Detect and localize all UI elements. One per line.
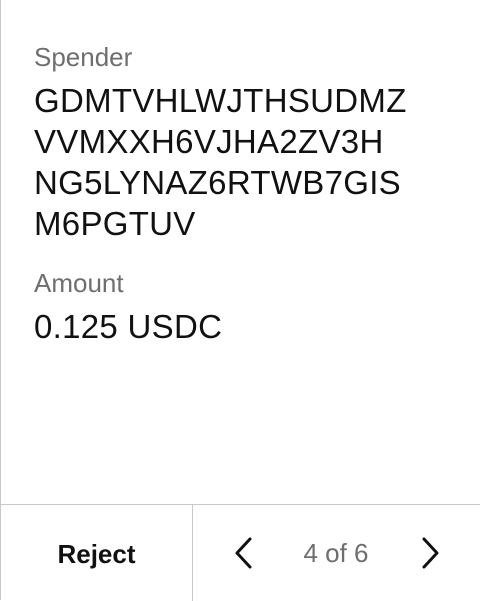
spender-address-line: GDMTVHLWJTHSUDMZ [34, 82, 407, 119]
spender-address-line: M6PGTUV [34, 205, 196, 242]
transaction-approval-screen: Spender GDMTVHLWJTHSUDMZ VVMXXH6VJHA2ZV3… [0, 0, 480, 601]
action-footer: Reject 4 of 6 [1, 504, 480, 601]
amount-label: Amount [34, 268, 124, 298]
chevron-right-icon [422, 537, 439, 569]
chevron-left-icon [235, 537, 252, 569]
spender-address-line: VVMXXH6VJHA2ZV3H [34, 123, 384, 160]
pager-position: 4 of 6 [303, 538, 369, 568]
previous-request-button[interactable] [231, 535, 257, 571]
reject-button-label: Reject [57, 538, 136, 569]
reject-button[interactable]: Reject [1, 505, 193, 601]
approval-details: Spender GDMTVHLWJTHSUDMZ VVMXXH6VJHA2ZV3… [34, 40, 460, 347]
spender-label: Spender [34, 42, 133, 72]
spender-address-line: NG5LYNAZ6RTWB7GIS [34, 164, 401, 201]
amount-value: 0.125 USDC [34, 308, 223, 345]
request-pager: 4 of 6 [193, 505, 480, 601]
spender-address: GDMTVHLWJTHSUDMZ VVMXXH6VJHA2ZV3H NG5LYN… [34, 80, 460, 244]
next-request-button[interactable] [417, 535, 443, 571]
